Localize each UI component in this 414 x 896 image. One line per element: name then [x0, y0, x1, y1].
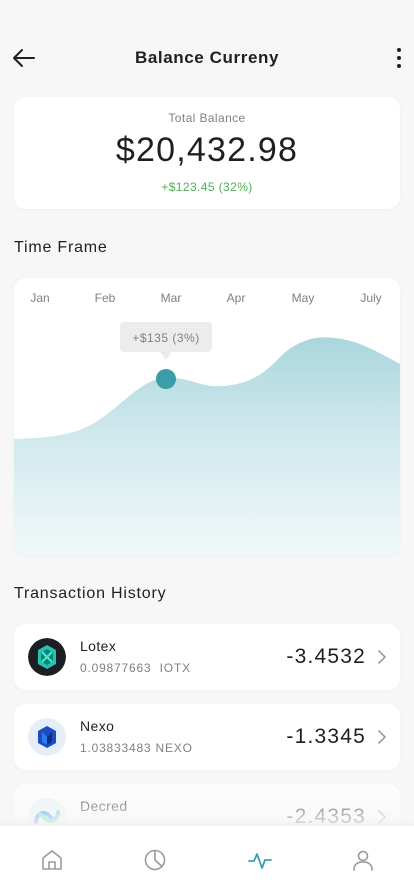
- pie-chart-icon: [144, 849, 166, 871]
- transaction-amount: -3.4532: [286, 645, 366, 668]
- month-label[interactable]: Jan: [30, 291, 49, 305]
- home-icon: [42, 850, 62, 870]
- chevron-right-icon: [378, 730, 386, 744]
- activity-icon: [248, 853, 272, 869]
- header: Balance Curreny: [0, 0, 414, 110]
- chart-area: [14, 337, 400, 555]
- transaction-name: Nexo: [80, 718, 115, 734]
- month-label[interactable]: July: [360, 291, 381, 305]
- month-label[interactable]: Apr: [227, 291, 246, 305]
- transaction-history-title: Transaction History: [14, 585, 167, 602]
- transaction-quantity: 1.03833483 NEXO: [80, 741, 193, 755]
- tab-profile[interactable]: [349, 846, 377, 874]
- chart-tooltip: +$135 (3%): [120, 322, 212, 360]
- transaction-row[interactable]: Nexo 1.03833483 NEXO -1.3345: [14, 704, 400, 770]
- total-balance-card: Total Balance $20,432.98 +$123.45 (32%): [14, 97, 400, 209]
- user-icon: [353, 850, 373, 871]
- transaction-amount: -1.3345: [286, 725, 366, 748]
- chevron-right-icon: [378, 810, 386, 824]
- tab-activity[interactable]: [246, 846, 274, 874]
- transaction-row[interactable]: Lotex 0.09877663 IOTX -3.4532: [14, 624, 400, 690]
- more-vertical-icon: [397, 48, 401, 68]
- transaction-quantity: 0.09877663 IOTX: [80, 661, 191, 675]
- transaction-name: Lotex: [80, 638, 117, 654]
- month-label[interactable]: May: [292, 291, 315, 305]
- time-frame-chart: Jan Feb Mar Apr May July +$135 (3%): [14, 278, 400, 555]
- time-frame-title: Time Frame: [14, 239, 108, 256]
- page-title: Balance Curreny: [134, 48, 280, 67]
- bottom-tab-bar: [0, 826, 414, 896]
- transaction-name: Decred: [80, 798, 128, 814]
- balance-change: +$123.45 (32%): [161, 180, 253, 194]
- total-balance-label: Total Balance: [168, 111, 246, 125]
- month-label[interactable]: Feb: [95, 291, 116, 305]
- tab-portfolio[interactable]: [141, 846, 169, 874]
- tooltip-value: +$135 (3%): [132, 331, 199, 345]
- iotex-icon: [28, 638, 66, 676]
- chart-data-point[interactable]: [156, 369, 176, 389]
- month-label[interactable]: Mar: [161, 291, 182, 305]
- chart-svg: Jan Feb Mar Apr May July +$135 (3%): [14, 291, 400, 555]
- nexo-icon: [28, 718, 66, 756]
- chevron-right-icon: [378, 650, 386, 664]
- more-options-button[interactable]: [392, 44, 406, 72]
- total-balance-amount: $20,432.98: [115, 131, 299, 169]
- tab-home[interactable]: [38, 846, 66, 874]
